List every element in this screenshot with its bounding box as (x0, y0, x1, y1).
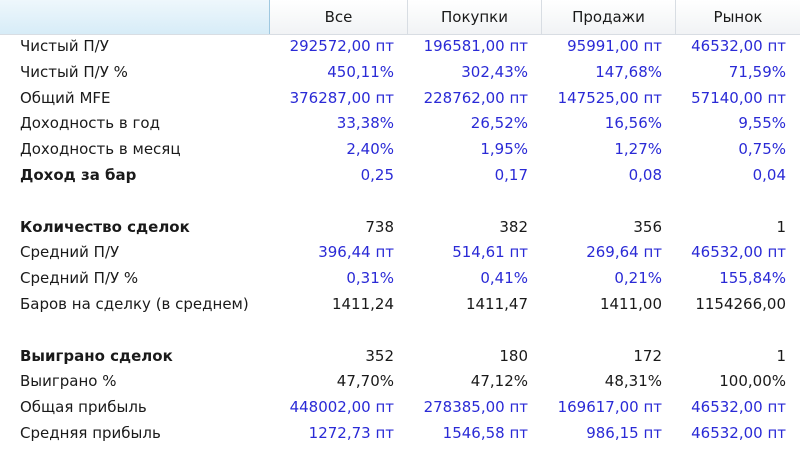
table-row: Баров на сделку (в среднем) 1411,24 1411… (0, 292, 800, 318)
cell-all: 1411,24 (331, 294, 394, 313)
cell-sell: 169617,00 пт (557, 398, 662, 417)
cell-buy: 1546,58 пт (442, 423, 528, 442)
row-label: Общая прибыль (20, 398, 147, 417)
row-label: Выиграно сделок (20, 346, 173, 365)
table-row: Доходность в год 33,38% 26,52% 16,56% 9,… (0, 111, 800, 137)
header-corner-cell[interactable] (0, 0, 270, 34)
cell-buy: 382 (499, 217, 528, 236)
column-header-market[interactable]: Рынок (676, 0, 800, 34)
cell-buy: 196581,00 пт (423, 37, 528, 55)
cell-market: 71,59% (728, 62, 786, 81)
cell-buy: 1,95% (480, 140, 528, 159)
cell-sell: 269,64 пт (586, 243, 662, 262)
cell-all: 738 (365, 217, 394, 236)
table-row: Чистый П/У % 450,11% 302,43% 147,68% 71,… (0, 60, 800, 86)
cell-all: 1272,73 пт (308, 423, 394, 442)
cell-market: 46532,00 пт (691, 243, 786, 262)
cell-all: 396,44 пт (318, 243, 394, 262)
row-label: Общий MFE (20, 88, 111, 107)
row-label: Средняя прибыль (20, 423, 161, 442)
cell-market: 0,04 (752, 165, 786, 184)
table-row: Общая прибыль 448002,00 пт 278385,00 пт … (0, 395, 800, 421)
row-label: Средний П/У % (20, 269, 139, 288)
cell-all: 2,40% (346, 140, 394, 159)
table-row: Доходность в месяц 2,40% 1,95% 1,27% 0,7… (0, 137, 800, 163)
cell-market: 9,55% (738, 114, 786, 133)
table-row: Чистый П/У 292572,00 пт 196581,00 пт 959… (0, 34, 800, 60)
cell-buy: 47,12% (470, 372, 528, 391)
row-label: Баров на сделку (в среднем) (20, 294, 249, 313)
row-label: Количество сделок (20, 217, 190, 236)
cell-all: 450,11% (327, 62, 394, 81)
cell-all: 47,70% (336, 372, 394, 391)
table-row: Средний П/У 396,44 пт 514,61 пт 269,64 п… (0, 240, 800, 266)
cell-market: 1154266,00 (695, 294, 786, 313)
cell-market: 155,84% (719, 269, 786, 288)
cell-sell: 172 (633, 346, 662, 365)
cell-sell: 1411,00 (599, 294, 662, 313)
table-row: Средняя прибыль 1272,73 пт 1546,58 пт 98… (0, 421, 800, 447)
row-label: Средний П/У (20, 243, 120, 262)
cell-buy: 302,43% (461, 62, 528, 81)
row-label: Доходность в месяц (20, 140, 181, 159)
cell-buy: 0,41% (480, 269, 528, 288)
cell-market: 46532,00 пт (691, 37, 786, 55)
cell-market: 46532,00 пт (691, 398, 786, 417)
cell-market: 57140,00 пт (691, 88, 786, 107)
cell-all: 0,25 (360, 165, 394, 184)
table-row: Средний П/У % 0,31% 0,41% 0,21% 155,84% (0, 266, 800, 292)
column-header-all[interactable]: Все (270, 0, 408, 34)
table-row: Доход за бар 0,25 0,17 0,08 0,04 (0, 163, 800, 189)
cell-buy: 26,52% (470, 114, 528, 133)
cell-market: 1 (776, 346, 786, 365)
table-header: Все Покупки Продажи Рынок (0, 0, 800, 35)
cell-sell: 0,08 (628, 165, 662, 184)
spacer-row (0, 318, 800, 344)
table-row: Выиграно % 47,70% 47,12% 48,31% 100,00% (0, 369, 800, 395)
spacer-row (0, 189, 800, 215)
cell-buy: 278385,00 пт (423, 398, 528, 417)
row-label: Доходность в год (20, 114, 160, 133)
table-row: Количество сделок 738 382 356 1 (0, 215, 800, 241)
cell-sell: 0,21% (614, 269, 662, 288)
row-label: Чистый П/У % (20, 62, 128, 81)
cell-all: 0,31% (346, 269, 394, 288)
cell-all: 376287,00 пт (289, 88, 394, 107)
cell-buy: 0,17 (494, 165, 528, 184)
cell-buy: 514,61 пт (452, 243, 528, 262)
cell-sell: 147,68% (595, 62, 662, 81)
cell-market: 0,75% (738, 140, 786, 159)
table-row: Выиграно сделок 352 180 172 1 (0, 344, 800, 370)
cell-buy: 1411,47 (465, 294, 528, 313)
cell-all: 33,38% (336, 114, 394, 133)
cell-all: 352 (365, 346, 394, 365)
cell-sell: 147525,00 пт (557, 88, 662, 107)
row-label: Доход за бар (20, 165, 137, 184)
cell-all: 292572,00 пт (289, 37, 394, 55)
cell-sell: 986,15 пт (586, 423, 662, 442)
column-header-sell[interactable]: Продажи (542, 0, 676, 34)
row-label: Выиграно % (20, 372, 117, 391)
performance-report-table: Все Покупки Продажи Рынок Чистый П/У 292… (0, 0, 800, 450)
cell-buy: 228762,00 пт (423, 88, 528, 107)
row-label: Чистый П/У (20, 37, 109, 55)
cell-market: 100,00% (719, 372, 786, 391)
cell-sell: 16,56% (604, 114, 662, 133)
cell-sell: 1,27% (614, 140, 662, 159)
cell-market: 46532,00 пт (691, 423, 786, 442)
table-row: Общий MFE 376287,00 пт 228762,00 пт 1475… (0, 86, 800, 112)
cell-buy: 180 (499, 346, 528, 365)
cell-market: 1 (776, 217, 786, 236)
cell-sell: 48,31% (604, 372, 662, 391)
cell-sell: 356 (633, 217, 662, 236)
column-header-buy[interactable]: Покупки (408, 0, 542, 34)
table-body: Чистый П/У 292572,00 пт 196581,00 пт 959… (0, 34, 800, 447)
cell-sell: 95991,00 пт (567, 37, 662, 55)
cell-all: 448002,00 пт (289, 398, 394, 417)
